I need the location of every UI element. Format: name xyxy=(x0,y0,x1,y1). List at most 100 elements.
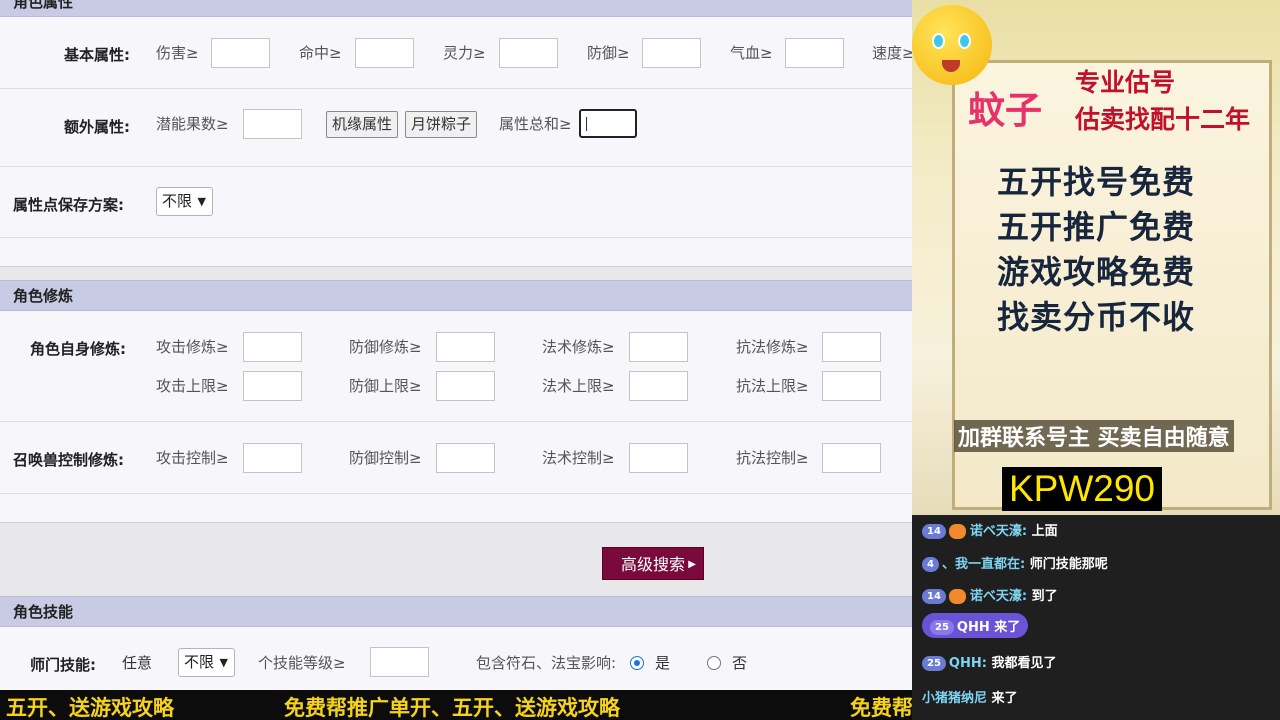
self-cult-label: 角色自身修炼: xyxy=(30,340,126,358)
mag-cap-label: 法术上限≥ xyxy=(542,377,615,395)
res-cap-input[interactable] xyxy=(822,371,881,401)
include-no-radio[interactable] xyxy=(707,656,721,670)
ticker-text-3: 免费帮 xyxy=(850,696,912,720)
chat-join-message: 25 QHH 来了 xyxy=(922,613,1029,638)
skill-level-label: 个技能等级≥ xyxy=(258,654,346,672)
res-cult-input[interactable] xyxy=(822,332,881,362)
promo-big-3: 游戏攻略免费 xyxy=(997,253,1196,291)
damage-label: 伤害≥ xyxy=(156,44,199,62)
atk-cult-input[interactable] xyxy=(243,332,302,362)
promo-brand: 蚊子 xyxy=(968,88,1042,132)
res-cult-label: 抗法修炼≥ xyxy=(736,338,809,356)
hit-label: 命中≥ xyxy=(299,44,342,62)
level-badge: 14 xyxy=(922,589,946,604)
chat-message: 14 诺ベ天濠: 到了 xyxy=(922,585,1058,604)
level-badge: 25 xyxy=(922,656,946,671)
advanced-search-label: 高级搜索 xyxy=(621,555,686,574)
mag-cap-input[interactable] xyxy=(629,371,688,401)
defense-label: 防御≥ xyxy=(587,44,630,62)
chat-message: 小猪猪纳尼 来了 xyxy=(922,687,1018,706)
promo-line-1: 专业估号 xyxy=(1075,68,1176,97)
smiley-emoji-icon xyxy=(912,5,992,85)
skill-level-input[interactable] xyxy=(370,647,429,677)
chat-message: 4 、我一直都在: 师门技能那呢 xyxy=(922,553,1108,572)
skill-select-value: 不限 xyxy=(184,653,215,671)
include-label: 包含符石、法宝影响: xyxy=(476,654,617,672)
mag-cult-label: 法术修炼≥ xyxy=(542,338,615,356)
hit-input[interactable] xyxy=(355,38,414,68)
promo-big-1: 五开找号免费 xyxy=(997,163,1196,201)
spirit-input[interactable] xyxy=(499,38,558,68)
spirit-label: 灵力≥ xyxy=(443,44,486,62)
chat-text: 来了 xyxy=(991,691,1018,706)
potential-label: 潜能果数≥ xyxy=(156,115,229,133)
skill-select[interactable]: 不限 ▼ xyxy=(178,648,235,677)
hp-label: 气血≥ xyxy=(730,44,773,62)
advanced-search-button[interactable]: 高级搜索 ▶ xyxy=(602,547,704,580)
res-ctrl-input[interactable] xyxy=(822,443,881,473)
chat-username: 诺ベ天濠: xyxy=(969,589,1028,604)
save-plan-select[interactable]: 不限 ▼ xyxy=(156,187,213,216)
level-badge: 25 xyxy=(930,620,954,635)
section-header-cultivation: 角色修炼 xyxy=(0,280,912,311)
chat-username: 小猪猪纳尼 xyxy=(922,691,988,706)
total-input[interactable] xyxy=(579,109,637,138)
search-bar-area xyxy=(0,522,912,596)
save-plan-value: 不限 xyxy=(162,192,193,210)
damage-input[interactable] xyxy=(211,38,270,68)
level-badge: 4 xyxy=(922,557,939,572)
atk-cap-label: 攻击上限≥ xyxy=(156,377,229,395)
ticker-text-1: 五开、送游戏攻略 xyxy=(6,696,174,720)
mag-ctrl-input[interactable] xyxy=(629,443,688,473)
promo-big-4: 找卖分币不收 xyxy=(997,298,1196,336)
hp-input[interactable] xyxy=(785,38,844,68)
def-ctrl-label: 防御控制≥ xyxy=(349,449,422,467)
total-label: 属性总和≥ xyxy=(499,115,572,133)
def-cult-input[interactable] xyxy=(436,332,495,362)
triangle-right-icon: ▶ xyxy=(688,559,696,570)
ticker-text-2: 免费帮推广单开、五开、送游戏攻略 xyxy=(284,696,620,720)
atk-cult-label: 攻击修炼≥ xyxy=(156,338,229,356)
extra-attr-label: 额外属性: xyxy=(64,118,130,136)
level-badge: 14 xyxy=(922,524,946,539)
save-plan-label: 属性点保存方案: xyxy=(13,196,124,214)
def-cult-label: 防御修炼≥ xyxy=(349,338,422,356)
def-cap-label: 防御上限≥ xyxy=(349,377,422,395)
chat-message: 25 QHH: 我都看见了 xyxy=(922,652,1056,671)
chevron-down-icon: ▼ xyxy=(197,195,206,208)
chat-text: 我都看见了 xyxy=(991,656,1057,671)
mag-ctrl-label: 法术控制≥ xyxy=(542,449,615,467)
include-no-label: 否 xyxy=(732,654,748,672)
section-header-attributes: 角色属性 xyxy=(0,0,912,17)
defense-input[interactable] xyxy=(642,38,701,68)
promo-code: KPW290 xyxy=(1002,467,1162,511)
potential-input[interactable] xyxy=(243,109,302,139)
chat-username: 诺ベ天濠: xyxy=(969,524,1028,539)
res-cap-label: 抗法上限≥ xyxy=(736,377,809,395)
mag-cult-input[interactable] xyxy=(629,332,688,362)
atk-cap-input[interactable] xyxy=(243,371,302,401)
chat-username: QHH: xyxy=(948,656,987,671)
scrolling-ticker: 五开、送游戏攻略 免费帮推广单开、五开、送游戏攻略 免费帮 xyxy=(0,690,912,720)
jiyuan-attr-button[interactable]: 机缘属性 xyxy=(326,111,399,138)
basic-attr-label: 基本属性: xyxy=(64,46,130,64)
chat-message: 14 诺ベ天濠: 上面 xyxy=(922,520,1058,539)
def-ctrl-input[interactable] xyxy=(436,443,495,473)
chat-panel: 14 诺ベ天濠: 上面 4 、我一直都在: 师门技能那呢 14 诺ベ天濠: 到了 25… xyxy=(912,515,1280,720)
fan-badge-icon xyxy=(948,589,966,604)
chat-text: 到了 xyxy=(1031,589,1058,604)
chat-username: 、我一直都在: xyxy=(941,557,1026,572)
res-ctrl-label: 抗法控制≥ xyxy=(736,449,809,467)
chat-text: 师门技能那呢 xyxy=(1029,557,1108,572)
include-yes-radio[interactable] xyxy=(630,656,644,670)
promo-line-2: 估卖找配十二年 xyxy=(1075,105,1251,134)
def-cap-input[interactable] xyxy=(436,371,495,401)
section-header-skills: 角色技能 xyxy=(0,596,912,627)
search-panel: 角色属性 基本属性: 伤害≥ 命中≥ 灵力≥ 防御≥ 气血≥ 速度≥ 额外属性:… xyxy=(0,0,912,690)
promo-bottom-text: 加群联系号主 买卖自由随意 xyxy=(954,420,1234,452)
pet-cult-label: 召唤兽控制修炼: xyxy=(13,451,124,469)
atk-ctrl-input[interactable] xyxy=(243,443,302,473)
mooncake-button[interactable]: 月饼粽子 xyxy=(405,111,478,138)
any-label: 任意 xyxy=(122,654,153,672)
chat-text: 来了 xyxy=(994,620,1021,635)
